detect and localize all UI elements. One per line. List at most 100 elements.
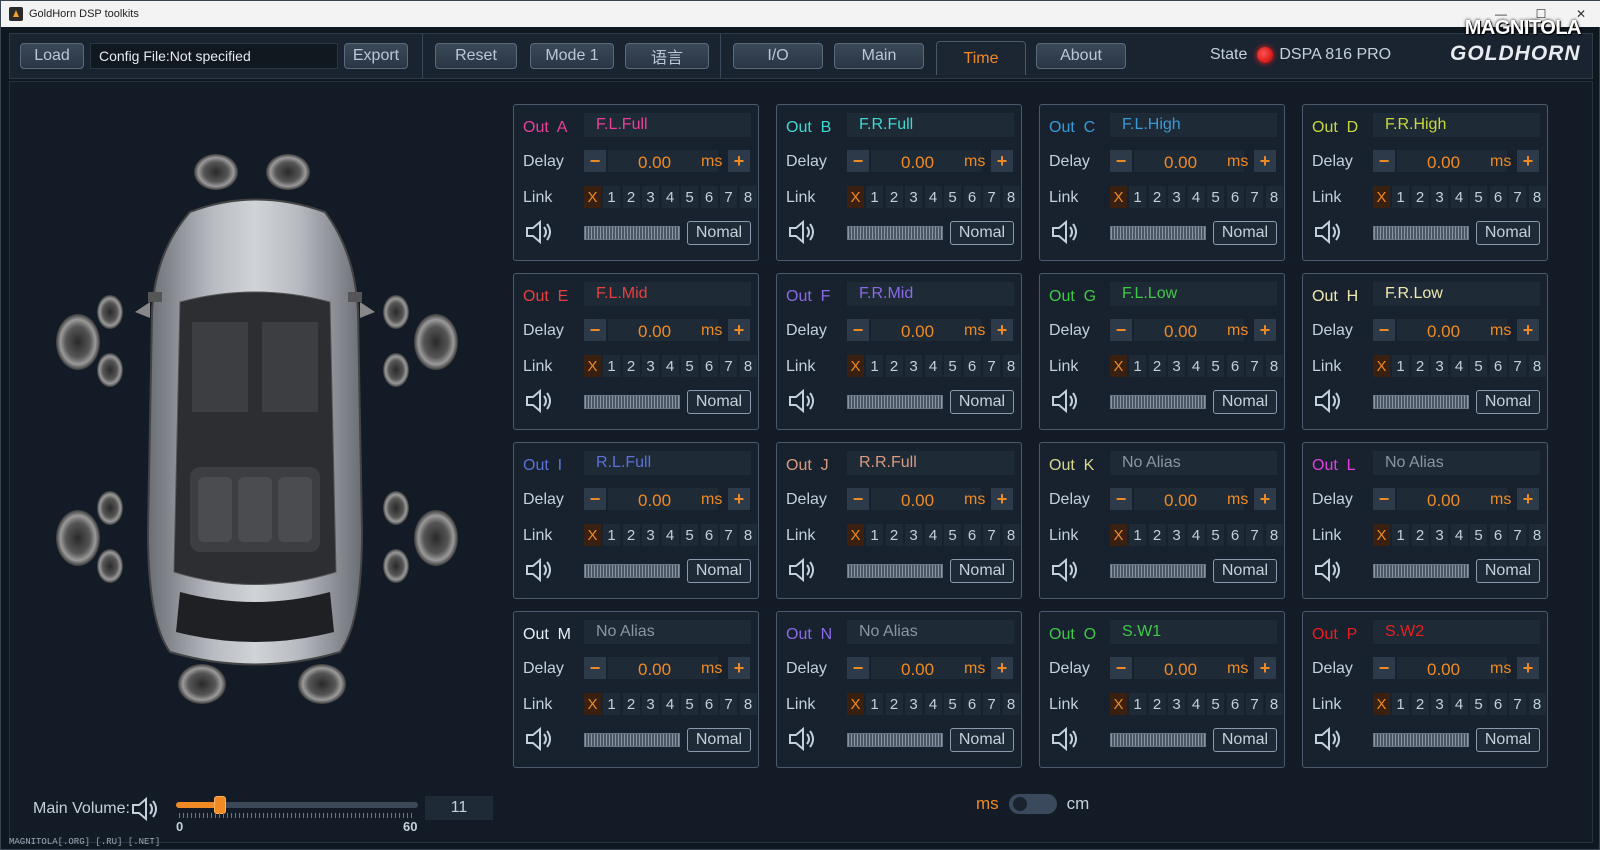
link-button[interactable]: 7 [720, 355, 737, 377]
speaker-mute-icon[interactable] [1313, 557, 1343, 583]
link-button[interactable]: 4 [1187, 355, 1205, 377]
phase-button[interactable]: Nomal [1476, 221, 1540, 245]
link-button[interactable]: 2 [1411, 355, 1429, 377]
link-button[interactable]: 8 [1002, 693, 1020, 715]
link-button[interactable]: 8 [1265, 186, 1283, 208]
phase-button[interactable]: Nomal [950, 221, 1014, 245]
link-button[interactable]: 2 [885, 186, 903, 208]
link-button[interactable]: 5 [681, 524, 698, 546]
link-button[interactable]: 6 [700, 524, 718, 546]
link-none-button[interactable]: X [1110, 524, 1127, 546]
link-button[interactable]: 3 [1168, 524, 1185, 546]
link-button[interactable]: 4 [1187, 693, 1205, 715]
link-button[interactable]: 8 [1002, 524, 1020, 546]
link-none-button[interactable]: X [584, 186, 601, 208]
link-button[interactable]: 4 [924, 186, 942, 208]
channel-alias-field[interactable]: R.L.Full [584, 451, 751, 475]
link-button[interactable]: 1 [866, 524, 883, 546]
delay-increase-button[interactable]: + [991, 488, 1013, 510]
delay-decrease-button[interactable]: − [584, 150, 606, 172]
delay-decrease-button[interactable]: − [1373, 488, 1395, 510]
link-button[interactable]: 4 [661, 693, 679, 715]
link-button[interactable]: 4 [1450, 355, 1468, 377]
channel-alias-field[interactable]: F.L.Low [1110, 282, 1277, 306]
link-button[interactable]: 8 [1528, 524, 1546, 546]
speaker-mute-icon[interactable] [1050, 726, 1080, 752]
link-button[interactable]: 5 [1207, 355, 1224, 377]
link-button[interactable]: 1 [603, 186, 620, 208]
phase-button[interactable]: Nomal [950, 559, 1014, 583]
link-none-button[interactable]: X [847, 355, 864, 377]
tab-about[interactable]: About [1036, 43, 1126, 69]
link-button[interactable]: 1 [866, 355, 883, 377]
delay-increase-button[interactable]: + [728, 150, 750, 172]
link-button[interactable]: 6 [700, 693, 718, 715]
phase-button[interactable]: Nomal [1213, 390, 1277, 414]
link-button[interactable]: 6 [1226, 186, 1244, 208]
channel-alias-field[interactable]: S.W1 [1110, 620, 1277, 644]
delay-increase-button[interactable]: + [1517, 488, 1539, 510]
link-none-button[interactable]: X [584, 524, 601, 546]
link-button[interactable]: 3 [642, 693, 659, 715]
link-button[interactable]: 1 [603, 693, 620, 715]
link-button[interactable]: 7 [1509, 355, 1526, 377]
delay-increase-button[interactable]: + [991, 150, 1013, 172]
channel-alias-field[interactable]: F.R.Low [1373, 282, 1540, 306]
delay-increase-button[interactable]: + [1254, 657, 1276, 679]
link-button[interactable]: 3 [642, 524, 659, 546]
phase-button[interactable]: Nomal [1476, 390, 1540, 414]
link-button[interactable]: 6 [1489, 524, 1507, 546]
mode-button[interactable]: Mode 1 [530, 43, 614, 69]
channel-alias-field[interactable]: F.R.Mid [847, 282, 1014, 306]
link-button[interactable]: 1 [1392, 693, 1409, 715]
link-button[interactable]: 5 [944, 355, 961, 377]
phase-button[interactable]: Nomal [950, 728, 1014, 752]
link-button[interactable]: 8 [739, 693, 757, 715]
link-none-button[interactable]: X [1373, 355, 1390, 377]
channel-alias-field[interactable]: F.R.Full [847, 113, 1014, 137]
link-button[interactable]: 3 [1168, 355, 1185, 377]
link-button[interactable]: 1 [866, 186, 883, 208]
speaker-mute-icon[interactable] [1050, 388, 1080, 414]
link-button[interactable]: 2 [622, 186, 640, 208]
link-button[interactable]: 5 [944, 524, 961, 546]
link-button[interactable]: 4 [661, 524, 679, 546]
link-button[interactable]: 3 [905, 524, 922, 546]
delay-decrease-button[interactable]: − [1373, 657, 1395, 679]
link-button[interactable]: 7 [1246, 186, 1263, 208]
link-button[interactable]: 7 [720, 186, 737, 208]
link-button[interactable]: 1 [603, 524, 620, 546]
link-button[interactable]: 2 [1148, 186, 1166, 208]
phase-button[interactable]: Nomal [1213, 728, 1277, 752]
speaker-mute-icon[interactable] [1050, 557, 1080, 583]
phase-button[interactable]: Nomal [950, 390, 1014, 414]
delay-decrease-button[interactable]: − [1110, 657, 1132, 679]
speaker-mute-icon[interactable] [1050, 219, 1080, 245]
link-none-button[interactable]: X [1373, 524, 1390, 546]
speaker-mute-icon[interactable] [787, 219, 817, 245]
link-button[interactable]: 2 [1148, 355, 1166, 377]
link-button[interactable]: 2 [885, 355, 903, 377]
link-button[interactable]: 3 [1168, 693, 1185, 715]
link-button[interactable]: 2 [622, 693, 640, 715]
link-button[interactable]: 3 [642, 186, 659, 208]
unit-toggle[interactable] [1008, 794, 1057, 814]
link-button[interactable]: 4 [1187, 524, 1205, 546]
link-button[interactable]: 1 [866, 693, 883, 715]
speaker-mute-icon[interactable] [787, 388, 817, 414]
delay-decrease-button[interactable]: − [847, 488, 869, 510]
delay-decrease-button[interactable]: − [1110, 488, 1132, 510]
link-button[interactable]: 4 [924, 524, 942, 546]
link-button[interactable]: 6 [963, 693, 981, 715]
link-button[interactable]: 2 [1411, 524, 1429, 546]
link-button[interactable]: 6 [963, 186, 981, 208]
link-button[interactable]: 3 [1431, 355, 1448, 377]
link-button[interactable]: 5 [681, 355, 698, 377]
phase-button[interactable]: Nomal [1213, 221, 1277, 245]
link-button[interactable]: 8 [1265, 524, 1283, 546]
delay-increase-button[interactable]: + [1517, 150, 1539, 172]
link-button[interactable]: 7 [1246, 693, 1263, 715]
link-none-button[interactable]: X [1373, 186, 1390, 208]
speaker-mute-icon[interactable] [787, 557, 817, 583]
link-button[interactable]: 8 [1002, 355, 1020, 377]
